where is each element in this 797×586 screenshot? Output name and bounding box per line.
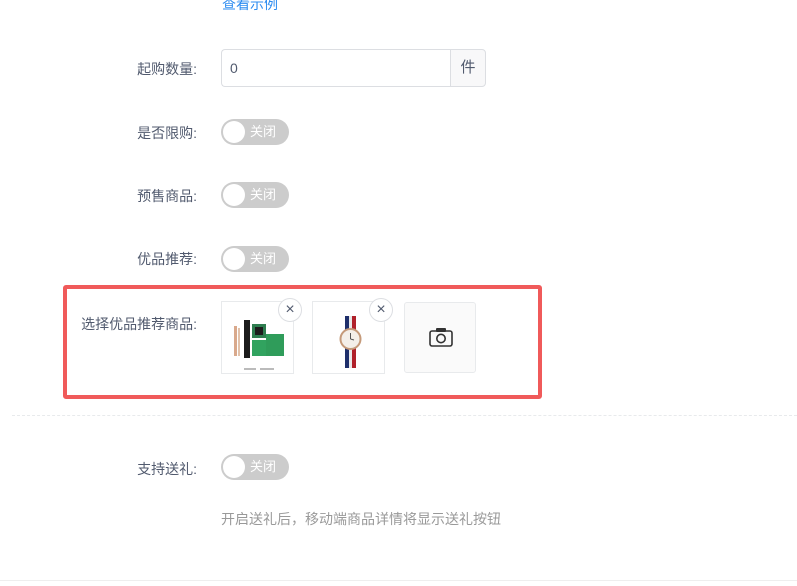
- gift-label: 支持送礼:: [137, 461, 197, 477]
- presale-label: 预售商品:: [137, 188, 197, 204]
- switch-text: 关闭: [250, 251, 277, 266]
- upload-image-button[interactable]: [404, 302, 476, 373]
- limit-purchase-label: 是否限购:: [137, 125, 197, 141]
- recommend-switch[interactable]: 关闭: [221, 246, 289, 272]
- camera-icon: [429, 328, 453, 347]
- remove-product-1-button[interactable]: ×: [278, 298, 302, 322]
- switch-text: 关闭: [250, 124, 277, 139]
- close-icon: ×: [285, 301, 295, 318]
- limit-purchase-switch[interactable]: 关闭: [221, 119, 289, 145]
- min-purchase-input[interactable]: 0: [221, 49, 450, 87]
- switch-text: 关闭: [250, 459, 277, 474]
- recommend-goods-label: 选择优品推荐商品:: [81, 316, 197, 332]
- close-icon: ×: [376, 301, 386, 318]
- switch-knob: [223, 184, 245, 206]
- remove-product-2-button[interactable]: ×: [369, 298, 393, 322]
- gift-switch[interactable]: 关闭: [221, 454, 289, 480]
- view-example-link[interactable]: 查看示例: [222, 0, 278, 14]
- section-divider: [12, 415, 797, 416]
- switch-knob: [223, 121, 245, 143]
- unit-suffix: 件: [450, 49, 486, 87]
- min-purchase-input-group: 0 件: [221, 49, 486, 87]
- min-purchase-label: 起购数量:: [137, 61, 197, 77]
- switch-knob: [223, 248, 245, 270]
- recommend-label: 优品推荐:: [137, 251, 197, 267]
- gift-hint: 开启送礼后，移动端商品详情将显示送礼按钮: [221, 511, 501, 527]
- presale-switch[interactable]: 关闭: [221, 182, 289, 208]
- switch-text: 关闭: [250, 187, 277, 202]
- bottom-divider: [0, 580, 797, 581]
- switch-knob: [223, 456, 245, 478]
